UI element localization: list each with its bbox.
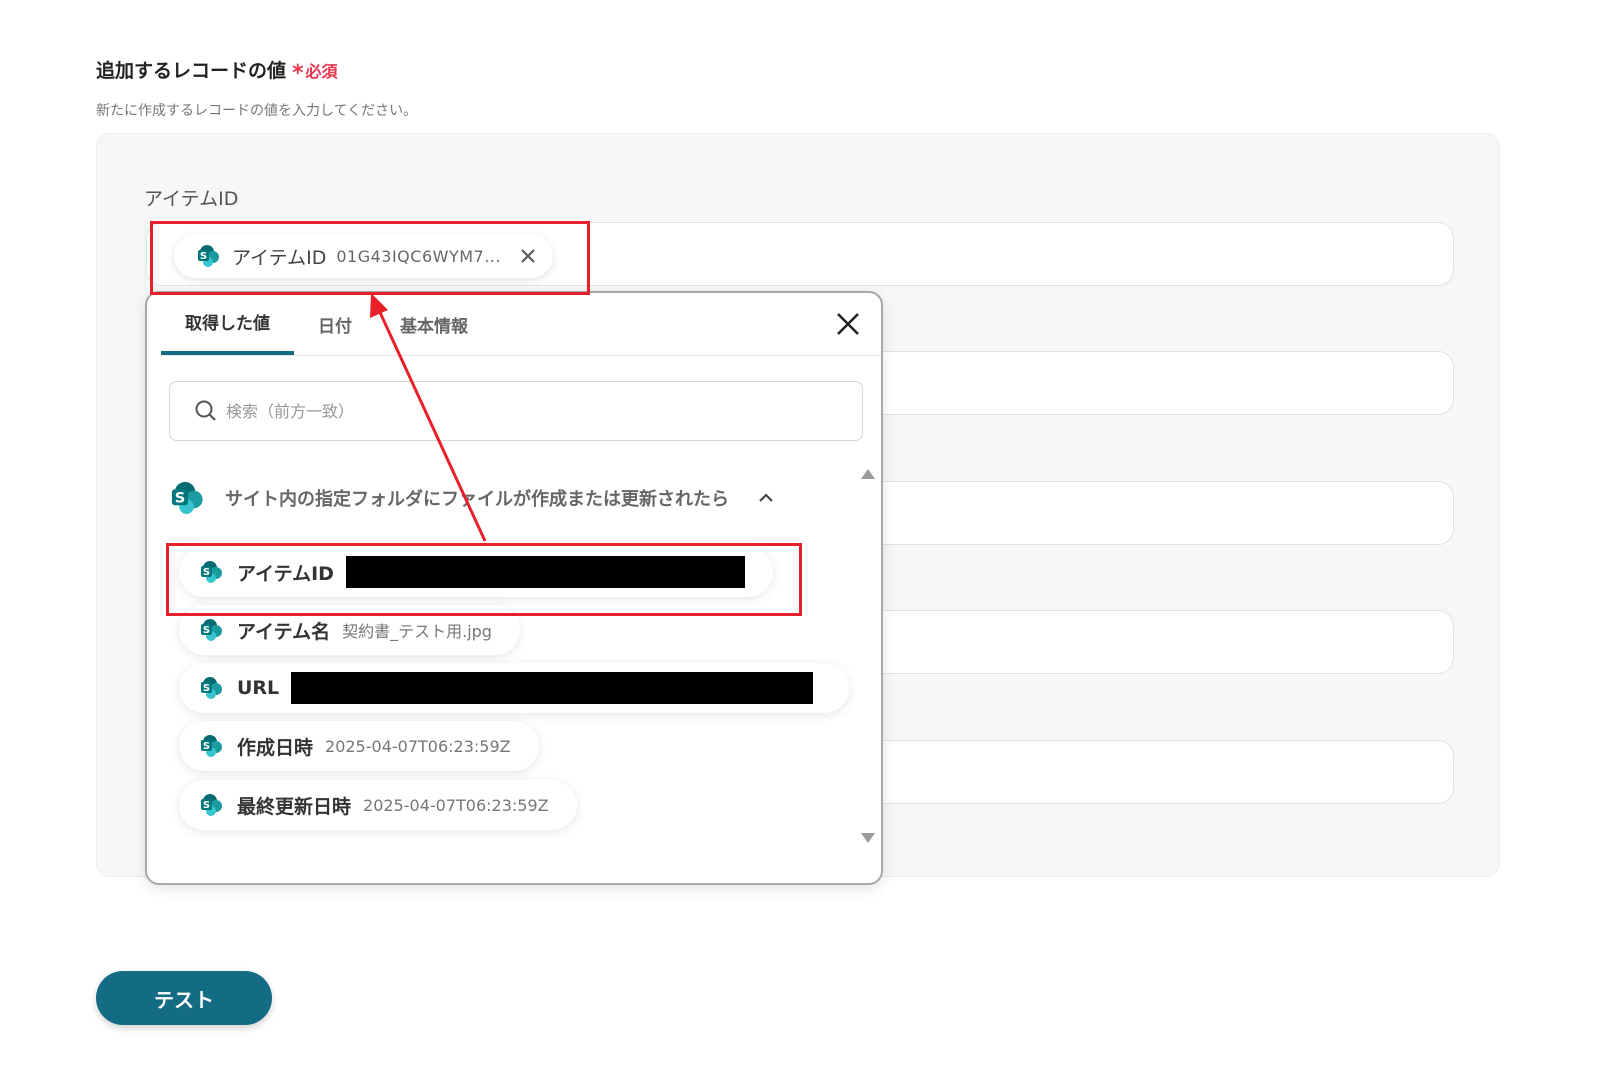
item-label: URL bbox=[237, 677, 280, 699]
annotation-highlight-chip bbox=[150, 221, 590, 295]
list-item-url[interactable]: S URL bbox=[179, 663, 849, 713]
item-label: アイテム名 bbox=[237, 620, 331, 643]
search-icon bbox=[195, 400, 216, 421]
scroll-down-arrow-icon[interactable] bbox=[861, 833, 875, 843]
item-label: 最終更新日時 bbox=[237, 795, 352, 818]
group-title: サイト内の指定フォルダにファイルが作成または更新されたら bbox=[225, 489, 729, 510]
close-icon[interactable] bbox=[835, 311, 861, 337]
svg-text:S: S bbox=[175, 489, 186, 506]
tab-retrieved-values[interactable]: 取得した値 bbox=[161, 293, 294, 355]
search-input[interactable] bbox=[226, 401, 826, 421]
section-title-text: 追加するレコードの値 bbox=[96, 60, 287, 82]
search-box[interactable] bbox=[169, 381, 863, 441]
test-button[interactable]: テスト bbox=[96, 971, 272, 1025]
scroll-up-arrow-icon[interactable] bbox=[861, 469, 875, 479]
annotation-highlight-item bbox=[166, 543, 802, 616]
svg-text:S: S bbox=[203, 683, 210, 694]
sharepoint-icon: S bbox=[201, 677, 222, 699]
required-asterisk: * bbox=[292, 61, 304, 86]
sharepoint-icon: S bbox=[201, 735, 222, 757]
field-label-item-id: アイテムID bbox=[144, 188, 239, 210]
tabs-divider bbox=[161, 355, 881, 356]
svg-text:S: S bbox=[203, 741, 210, 752]
section-description: 新たに作成するレコードの値を入力してください。 bbox=[96, 103, 418, 119]
svg-text:S: S bbox=[203, 800, 210, 811]
item-value: 2025-04-07T06:23:59Z bbox=[325, 736, 511, 756]
list-item-created-at[interactable]: S 作成日時 2025-04-07T06:23:59Z bbox=[179, 721, 539, 771]
list-item-modified-at[interactable]: S 最終更新日時 2025-04-07T06:23:59Z bbox=[179, 780, 577, 830]
svg-text:S: S bbox=[203, 625, 210, 636]
item-value: 契約書_テスト用.jpg bbox=[342, 622, 492, 641]
item-value: 2025-04-07T06:23:59Z bbox=[363, 795, 549, 815]
popup-tabs: 取得した値 日付 基本情報 bbox=[161, 293, 492, 355]
tab-date[interactable]: 日付 bbox=[294, 293, 376, 355]
sharepoint-icon: S bbox=[201, 794, 222, 816]
redacted-value bbox=[291, 672, 814, 704]
section-title: 追加するレコードの値 * 必須 bbox=[96, 56, 338, 86]
tab-basic-info[interactable]: 基本情報 bbox=[376, 293, 492, 355]
chevron-up-icon[interactable] bbox=[757, 489, 775, 507]
item-label: 作成日時 bbox=[237, 736, 314, 759]
sharepoint-icon: S bbox=[201, 619, 222, 641]
required-badge: 必須 bbox=[305, 62, 338, 81]
group-header[interactable]: S サイト内の指定フォルダにファイルが作成または更新されたら bbox=[169, 479, 775, 517]
sharepoint-icon: S bbox=[171, 481, 203, 515]
